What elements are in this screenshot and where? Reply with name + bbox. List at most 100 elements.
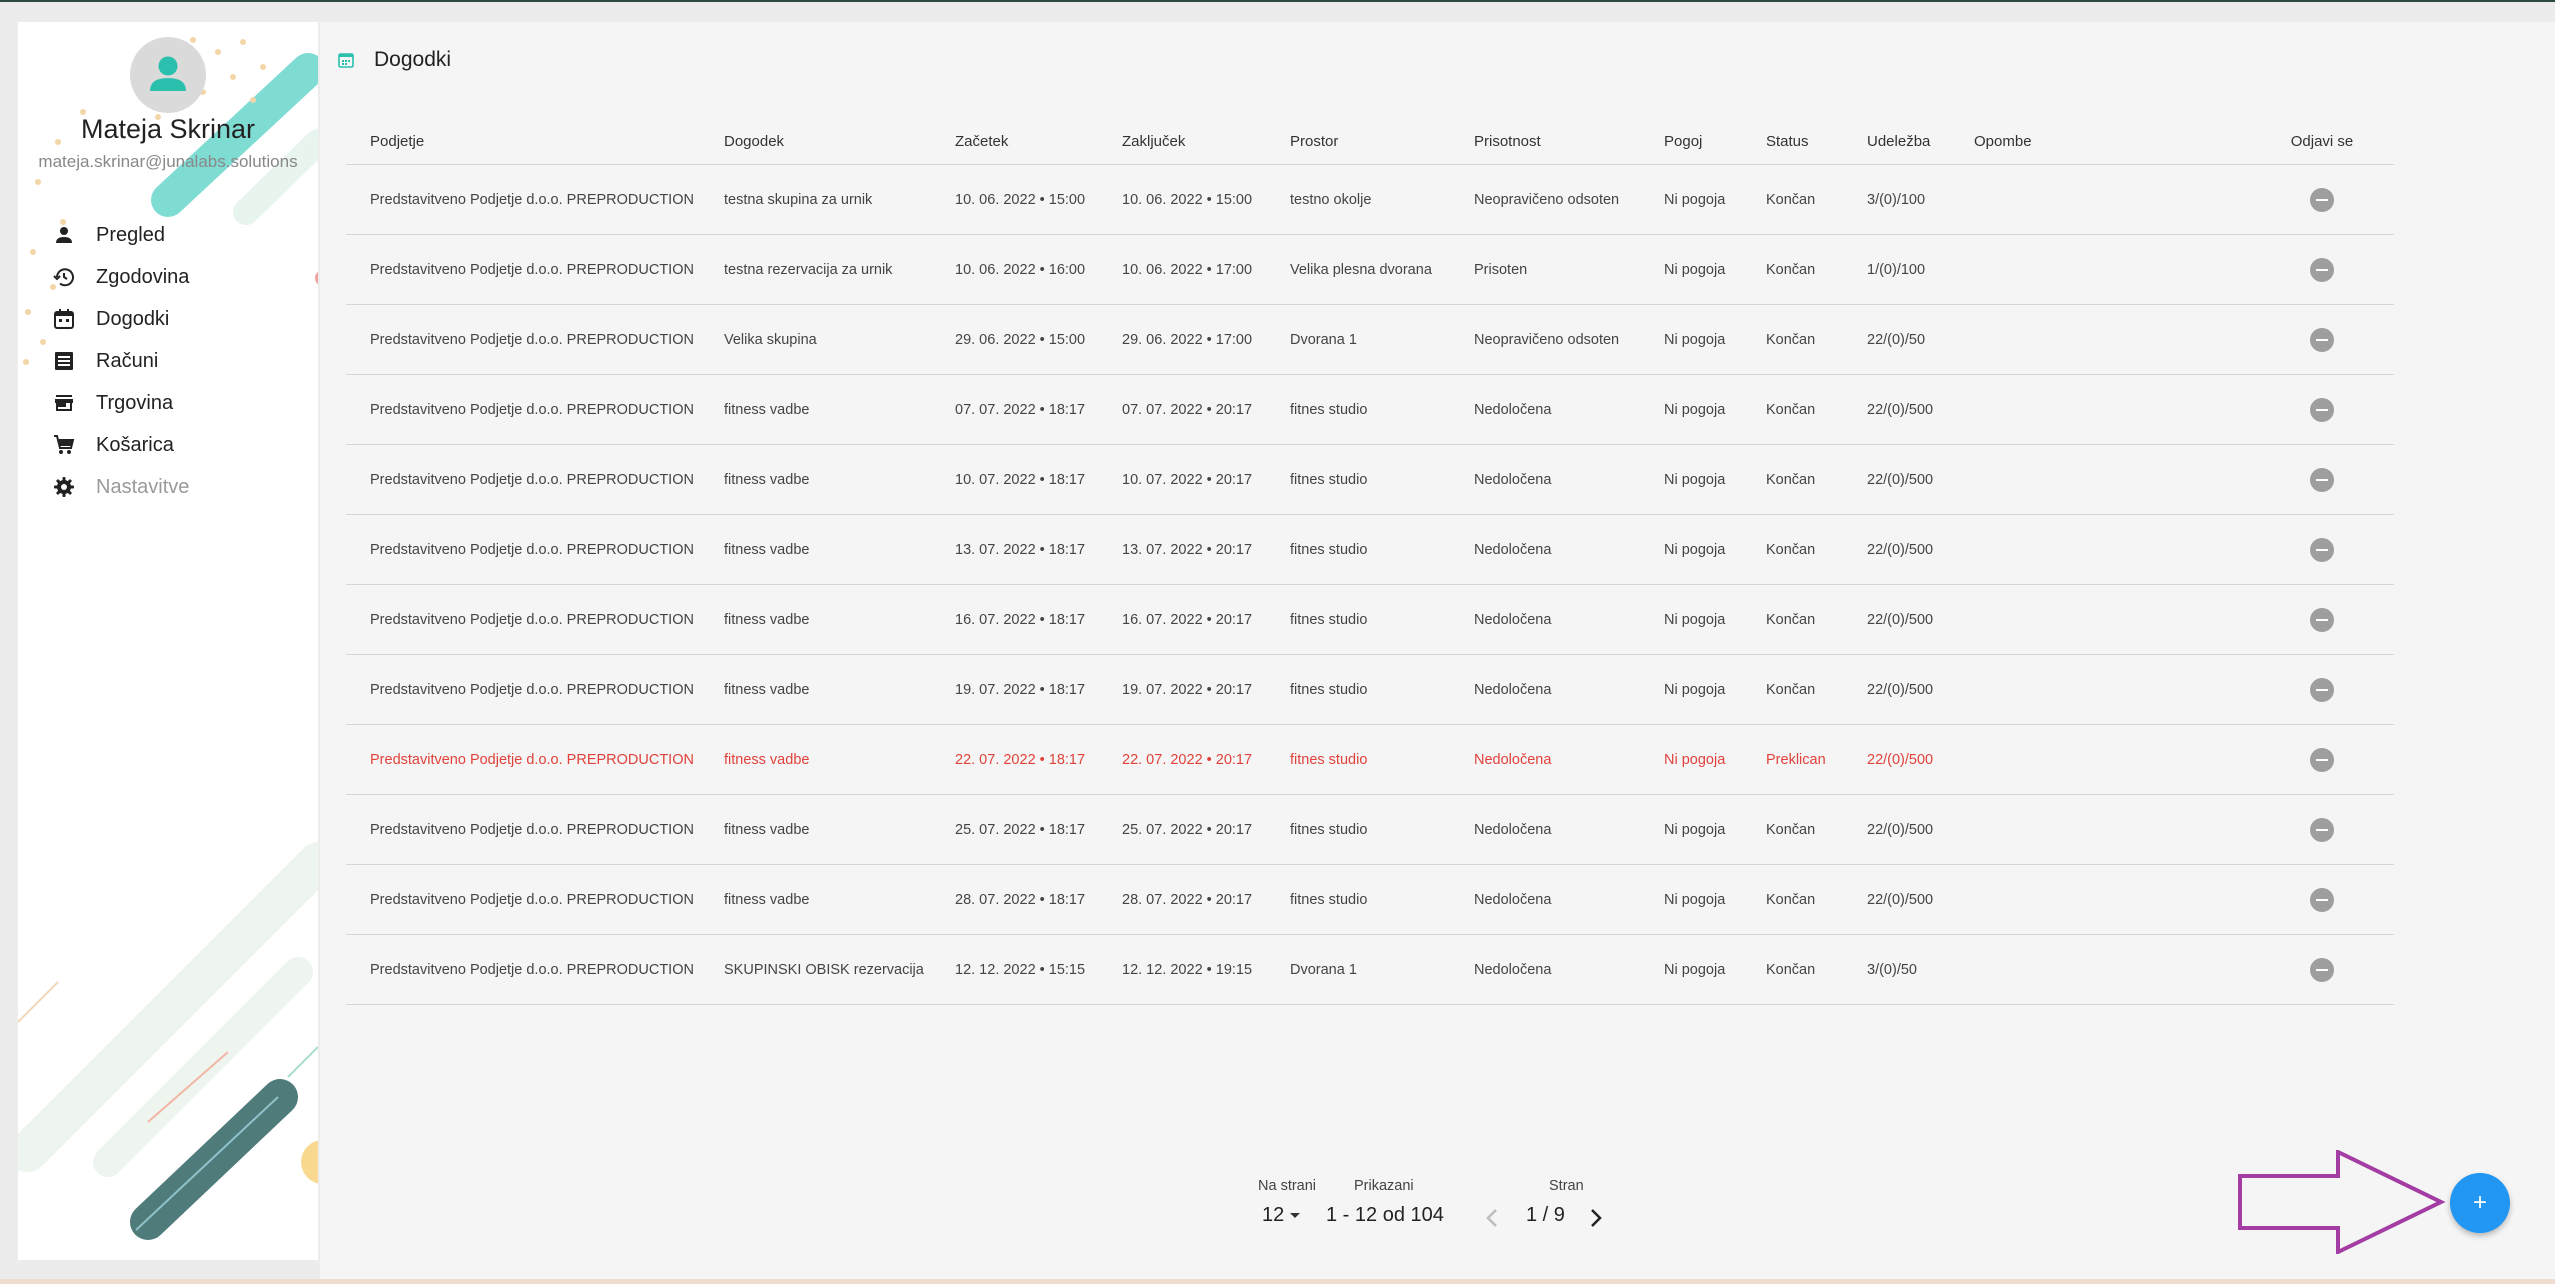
- cell-condition: Ni pogoja: [1640, 234, 1742, 305]
- cell-participation: 3/(0)/50: [1843, 934, 1950, 1005]
- column-header-start[interactable]: Začetek: [931, 118, 1098, 165]
- column-header-event[interactable]: Dogodek: [700, 118, 931, 165]
- sidebar-item-dogodki[interactable]: Dogodki: [18, 298, 318, 340]
- cell-attendance: Nedoločena: [1450, 934, 1640, 1005]
- cell-company: Predstavitveno Podjetje d.o.o. PREPRODUC…: [346, 514, 700, 585]
- gear-icon: [52, 475, 76, 499]
- page-title: Dogodki: [374, 48, 452, 71]
- cell-condition: Ni pogoja: [1640, 934, 1742, 1005]
- cell-attendance: Nedoločena: [1450, 584, 1640, 655]
- cell-start: 07. 07. 2022 • 18:17: [931, 374, 1098, 445]
- cell-venue: fitnes studio: [1266, 654, 1450, 725]
- cell-attendance: Nedoločena: [1450, 864, 1640, 935]
- sidebar-item-racuni[interactable]: Računi: [18, 340, 318, 382]
- cell-condition: Ni pogoja: [1640, 514, 1742, 585]
- unregister-icon[interactable]: [2310, 747, 2334, 772]
- cell-status: Končan: [1742, 374, 1843, 445]
- cell-company: Predstavitveno Podjetje d.o.o. PREPRODUC…: [346, 934, 700, 1005]
- cell-company: Predstavitveno Podjetje d.o.o. PREPRODUC…: [346, 444, 700, 515]
- column-header-condition[interactable]: Pogoj: [1640, 118, 1742, 165]
- cell-attendance: Nedoločena: [1450, 794, 1640, 865]
- column-header-attendance[interactable]: Prisotnost: [1450, 118, 1640, 165]
- cell-event: fitness vadbe: [700, 794, 931, 865]
- unregister-icon[interactable]: [2310, 327, 2334, 352]
- cell-event: fitness vadbe: [700, 374, 931, 445]
- cell-start: 10. 07. 2022 • 18:17: [931, 444, 1098, 515]
- unregister-icon[interactable]: [2310, 257, 2334, 282]
- cell-end: 10. 06. 2022 • 15:00: [1098, 164, 1266, 235]
- unregister-icon[interactable]: [2310, 957, 2334, 982]
- cell-condition: Ni pogoja: [1640, 794, 1742, 865]
- table-row-cancelled[interactable]: Predstavitveno Podjetje d.o.o. PREPRODUC…: [346, 724, 2394, 795]
- cell-event: fitness vadbe: [700, 864, 931, 935]
- cell-event: fitness vadbe: [700, 444, 931, 515]
- column-header-notes[interactable]: Opombe: [1950, 118, 2250, 165]
- cell-participation: 22/(0)/500: [1843, 374, 1950, 445]
- cell-notes: [1950, 304, 2250, 375]
- cell-start: 22. 07. 2022 • 18:17: [931, 724, 1098, 795]
- unregister-icon[interactable]: [2310, 397, 2334, 422]
- cell-notes: [1950, 794, 2250, 865]
- table-row[interactable]: Predstavitveno Podjetje d.o.o. PREPRODUC…: [346, 584, 2394, 655]
- sidebar-item-nastavitve[interactable]: Nastavitve: [18, 466, 318, 508]
- cell-end: 19. 07. 2022 • 20:17: [1098, 654, 1266, 725]
- table-row[interactable]: Predstavitveno Podjetje d.o.o. PREPRODUC…: [346, 934, 2394, 1005]
- table-row[interactable]: Predstavitveno Podjetje d.o.o. PREPRODUC…: [346, 794, 2394, 865]
- cell-venue: fitnes studio: [1266, 724, 1450, 795]
- sidebar-item-zgodovina[interactable]: Zgodovina: [18, 256, 318, 298]
- sidebar-item-pregled[interactable]: Pregled: [18, 214, 318, 256]
- annotation-arrow: [2238, 1150, 2446, 1254]
- column-header-company[interactable]: Podjetje: [346, 118, 700, 165]
- user-email: mateja.skrinar@junalabs.solutions: [38, 152, 298, 171]
- next-page-button[interactable]: [1584, 1204, 1608, 1232]
- table-row[interactable]: Predstavitveno Podjetje d.o.o. PREPRODUC…: [346, 304, 2394, 375]
- unregister-icon[interactable]: [2310, 187, 2334, 212]
- sidebar-item-trgovina[interactable]: Trgovina: [18, 382, 318, 424]
- sidebar-item-kosarica[interactable]: Košarica: [18, 424, 318, 466]
- cell-attendance: Prisoten: [1450, 234, 1640, 305]
- unregister-icon[interactable]: [2310, 817, 2334, 842]
- column-header-venue[interactable]: Prostor: [1266, 118, 1450, 165]
- sidebar-item-label: Nastavitve: [96, 475, 190, 498]
- unregister-icon[interactable]: [2310, 887, 2334, 912]
- table-row[interactable]: Predstavitveno Podjetje d.o.o. PREPRODUC…: [346, 234, 2394, 305]
- shown-range: 1 - 12 od 104: [1326, 1204, 1444, 1226]
- avatar[interactable]: [130, 37, 206, 113]
- table-row[interactable]: Predstavitveno Podjetje d.o.o. PREPRODUC…: [346, 514, 2394, 585]
- cell-start: 16. 07. 2022 • 18:17: [931, 584, 1098, 655]
- sidebar-item-label: Zgodovina: [96, 265, 190, 288]
- cell-start: 13. 07. 2022 • 18:17: [931, 514, 1098, 585]
- per-page-select[interactable]: 12: [1262, 1204, 1301, 1227]
- table-row[interactable]: Predstavitveno Podjetje d.o.o. PREPRODUC…: [346, 444, 2394, 515]
- table-row[interactable]: Predstavitveno Podjetje d.o.o. PREPRODUC…: [346, 374, 2394, 445]
- prev-page-button[interactable]: [1480, 1204, 1504, 1232]
- sidebar-item-label: Trgovina: [96, 391, 174, 414]
- per-page-value: 12: [1262, 1204, 1285, 1226]
- unregister-icon[interactable]: [2310, 607, 2334, 632]
- cell-venue: testno okolje: [1266, 164, 1450, 235]
- cart-icon: [52, 433, 76, 457]
- cell-status: Končan: [1742, 164, 1843, 235]
- cell-venue: Velika plesna dvorana: [1266, 234, 1450, 305]
- unregister-icon[interactable]: [2310, 677, 2334, 702]
- main-content: Dogodki Podjetje Dogodek Začetek Zaključ…: [320, 22, 2555, 1279]
- column-header-end[interactable]: Zaključek: [1098, 118, 1266, 165]
- column-header-participation[interactable]: Udeležba: [1843, 118, 1950, 165]
- column-header-status[interactable]: Status: [1742, 118, 1843, 165]
- table-row[interactable]: Predstavitveno Podjetje d.o.o. PREPRODUC…: [346, 864, 2394, 935]
- add-button[interactable]: +: [2450, 1173, 2510, 1233]
- cell-event: testna rezervacija za urnik: [700, 234, 931, 305]
- page-indicator: 1 / 9: [1526, 1204, 1565, 1226]
- unregister-icon[interactable]: [2310, 467, 2334, 492]
- cell-company: Predstavitveno Podjetje d.o.o. PREPRODUC…: [346, 794, 700, 865]
- unregister-icon[interactable]: [2310, 537, 2334, 562]
- cell-unregister: [2250, 304, 2394, 375]
- cell-notes: [1950, 374, 2250, 445]
- cell-notes: [1950, 654, 2250, 725]
- table-row[interactable]: Predstavitveno Podjetje d.o.o. PREPRODUC…: [346, 654, 2394, 725]
- table-row[interactable]: Predstavitveno Podjetje d.o.o. PREPRODUC…: [346, 164, 2394, 235]
- history-icon: [52, 265, 76, 289]
- cell-event: fitness vadbe: [700, 584, 931, 655]
- cell-unregister: [2250, 794, 2394, 865]
- sidebar-item-label: Računi: [96, 349, 159, 372]
